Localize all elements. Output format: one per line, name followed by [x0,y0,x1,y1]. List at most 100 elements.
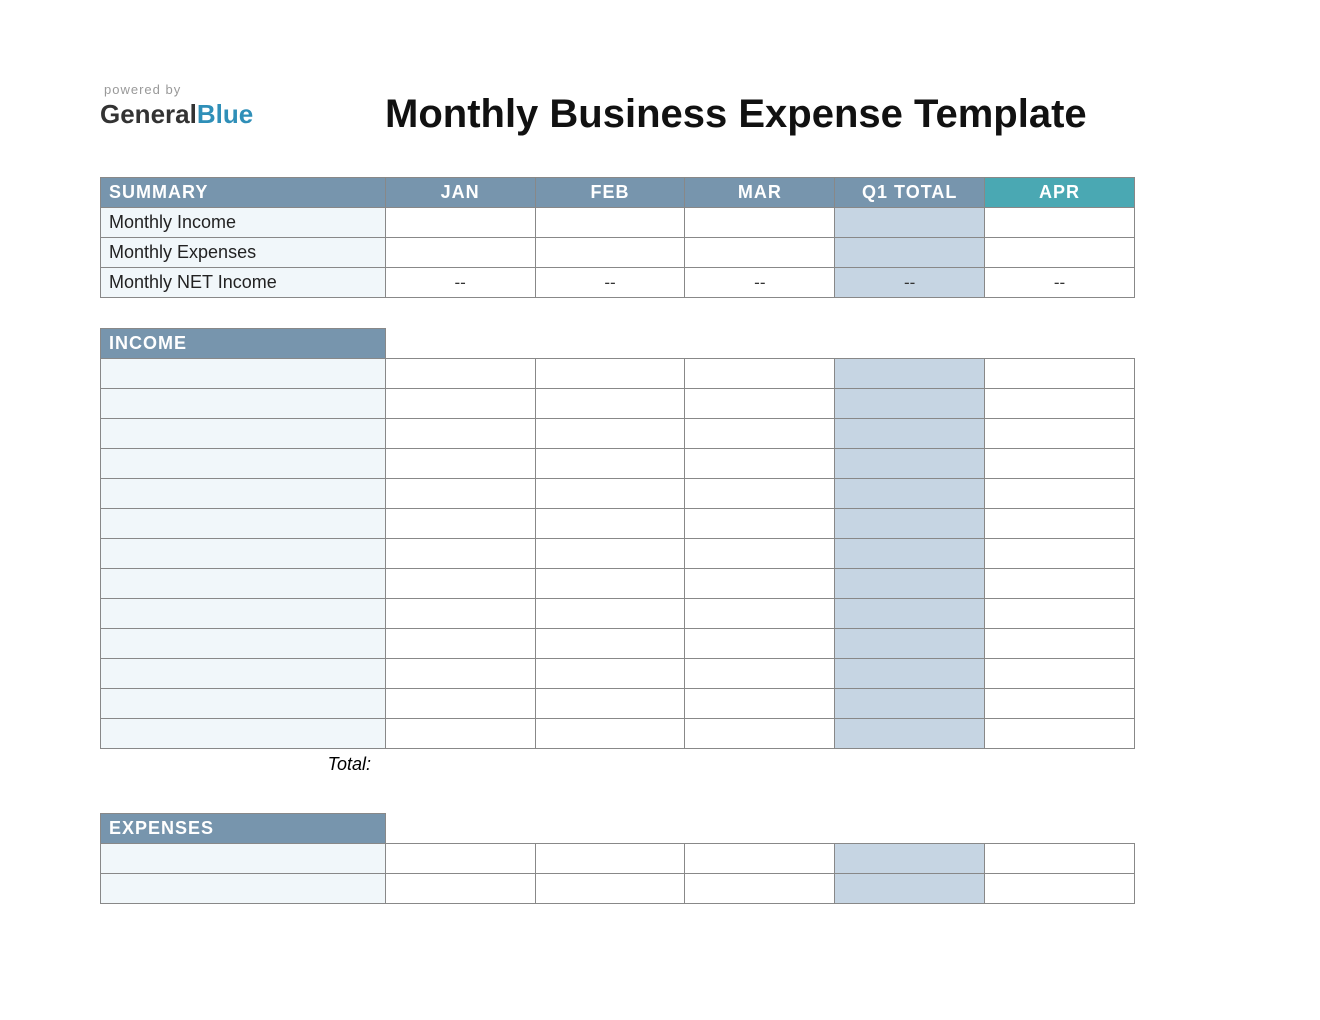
cell[interactable] [685,509,835,539]
row-label[interactable] [101,389,386,419]
col-mar: MAR [685,178,835,208]
row-label[interactable] [101,539,386,569]
cell[interactable] [985,389,1135,419]
cell[interactable] [385,208,535,238]
cell[interactable] [685,659,835,689]
cell[interactable] [985,569,1135,599]
cell[interactable] [985,874,1135,904]
cell[interactable] [535,719,685,749]
cell[interactable] [985,479,1135,509]
cell[interactable] [985,419,1135,449]
cell[interactable] [385,238,535,268]
cell[interactable] [535,479,685,509]
cell[interactable] [985,689,1135,719]
cell-q1 [835,874,985,904]
income-total-label: Total: [100,749,385,779]
cell[interactable] [385,629,535,659]
cell[interactable] [535,689,685,719]
cell[interactable] [385,419,535,449]
cell[interactable] [535,874,685,904]
cell[interactable] [385,659,535,689]
cell[interactable] [535,599,685,629]
cell[interactable] [685,359,835,389]
row-label[interactable] [101,689,386,719]
cell[interactable] [985,208,1135,238]
cell[interactable] [385,509,535,539]
table-row [101,844,1135,874]
cell[interactable] [535,389,685,419]
header: powered by GeneralBlue Monthly Business … [100,80,1220,137]
row-label[interactable] [101,844,386,874]
row-label[interactable] [101,449,386,479]
cell[interactable] [685,389,835,419]
cell[interactable] [685,874,835,904]
cell-q1 [835,844,985,874]
expenses-header: EXPENSES [101,814,386,844]
col-q1: Q1 TOTAL [835,178,985,208]
cell[interactable] [535,509,685,539]
cell[interactable] [535,844,685,874]
cell[interactable] [685,419,835,449]
cell[interactable] [685,208,835,238]
cell[interactable] [385,539,535,569]
cell[interactable] [385,359,535,389]
cell[interactable] [985,719,1135,749]
cell[interactable] [685,479,835,509]
cell[interactable] [685,719,835,749]
cell[interactable] [685,629,835,659]
table-row [101,689,1135,719]
cell[interactable] [535,419,685,449]
row-label[interactable] [101,569,386,599]
cell[interactable] [985,659,1135,689]
cell[interactable] [535,629,685,659]
cell[interactable] [985,238,1135,268]
row-label[interactable] [101,359,386,389]
cell[interactable] [985,449,1135,479]
row-label[interactable] [101,629,386,659]
row-label[interactable] [101,719,386,749]
cell[interactable] [685,689,835,719]
cell[interactable] [685,599,835,629]
cell[interactable] [985,599,1135,629]
table-row [101,569,1135,599]
cell[interactable] [535,208,685,238]
cell[interactable] [535,569,685,599]
row-label[interactable] [101,509,386,539]
cell[interactable] [685,449,835,479]
cell[interactable] [535,659,685,689]
row-label[interactable] [101,659,386,689]
row-label[interactable] [101,419,386,449]
cell: -- [685,268,835,298]
row-label[interactable] [101,479,386,509]
cell[interactable] [385,874,535,904]
cell[interactable] [535,539,685,569]
cell[interactable] [385,844,535,874]
row-label[interactable] [101,599,386,629]
cell[interactable] [535,359,685,389]
cell[interactable] [685,844,835,874]
cell[interactable] [985,509,1135,539]
cell[interactable] [385,569,535,599]
cell[interactable] [535,238,685,268]
cell[interactable] [535,449,685,479]
cell[interactable] [685,238,835,268]
cell[interactable] [385,599,535,629]
income-total-row: Total: [100,749,1135,779]
cell[interactable] [385,479,535,509]
cell[interactable] [985,359,1135,389]
table-row [101,659,1135,689]
cell[interactable] [385,449,535,479]
cell-q1 [835,629,985,659]
powered-by-text: powered by [104,82,385,97]
row-label[interactable] [101,874,386,904]
cell[interactable] [685,539,835,569]
cell[interactable] [385,719,535,749]
cell[interactable] [385,689,535,719]
summary-table: SUMMARY JAN FEB MAR Q1 TOTAL APR Monthly… [100,177,1135,298]
cell[interactable] [985,539,1135,569]
cell[interactable] [985,629,1135,659]
cell[interactable] [385,389,535,419]
cell[interactable] [985,844,1135,874]
cell[interactable] [685,569,835,599]
cell-q1 [835,599,985,629]
